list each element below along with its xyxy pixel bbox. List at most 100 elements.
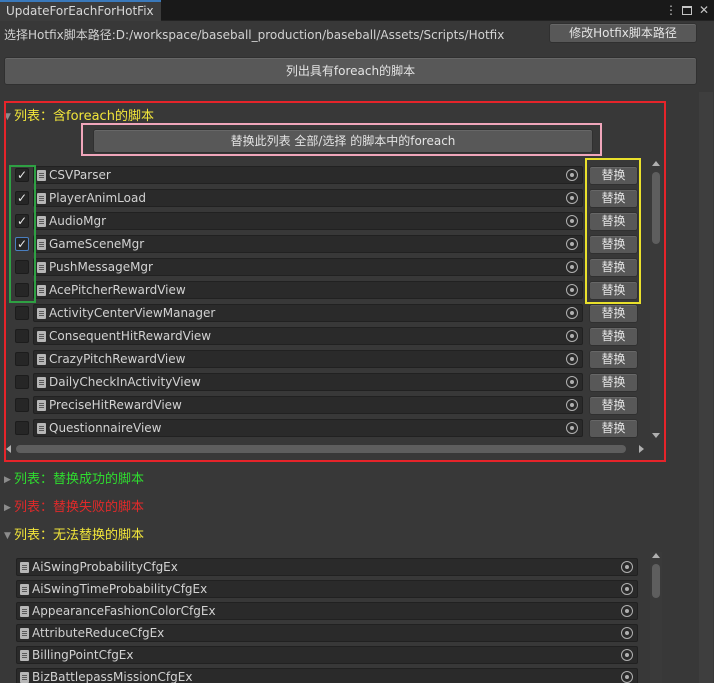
script-name: PreciseHitRewardView <box>49 398 182 412</box>
foldout-failed[interactable]: ▶ 列表：替换失败的脚本 <box>4 496 144 515</box>
script-object-field[interactable]: PlayerAnimLoad <box>33 189 583 207</box>
script-object-field[interactable]: AppearanceFashionColorCfgEx <box>16 602 638 620</box>
row-checkbox[interactable] <box>15 421 29 435</box>
scroll-down-arrow-icon[interactable] <box>652 433 660 438</box>
object-picker-icon[interactable] <box>621 627 633 639</box>
object-picker-icon[interactable] <box>566 307 578 319</box>
script-name: AiSwingTimeProbabilityCfgEx <box>32 582 208 596</box>
kebab-menu-icon[interactable]: ⋮ <box>664 3 678 17</box>
script-object-field[interactable]: ActivityCenterViewManager <box>33 304 583 322</box>
expanded-arrow-icon: ▼ <box>4 531 11 541</box>
object-picker-icon[interactable] <box>566 376 578 388</box>
row-checkbox[interactable] <box>15 352 29 366</box>
script-file-icon <box>20 606 29 617</box>
script-name: AudioMgr <box>49 214 107 228</box>
script-file-icon <box>37 400 46 411</box>
object-picker-icon[interactable] <box>621 561 633 573</box>
foreach-list-vscrollbar[interactable] <box>650 160 662 440</box>
hotfix-path-row: 选择Hotfix脚本路径:D:/workspace/baseball_produ… <box>4 26 504 43</box>
tab-bar: UpdateForEachForHotFix ⋮ ✕ <box>0 0 714 21</box>
script-object-field[interactable]: AiSwingTimeProbabilityCfgEx <box>16 580 638 598</box>
script-name: AcePitcherRewardView <box>49 283 186 297</box>
object-picker-icon[interactable] <box>566 422 578 434</box>
replace-button[interactable]: 替换 <box>589 350 638 369</box>
script-object-field[interactable]: CrazyPitchRewardView <box>33 350 583 368</box>
script-name: AttributeReduceCfgEx <box>32 626 165 640</box>
row-checkbox[interactable] <box>15 306 29 320</box>
replace-button[interactable]: 替换 <box>589 327 638 346</box>
foldout-unable-label: 列表：无法替换的脚本 <box>14 528 145 543</box>
script-name: ActivityCenterViewManager <box>49 306 216 320</box>
scroll-up-arrow-icon[interactable] <box>652 161 660 166</box>
script-file-icon <box>37 331 46 342</box>
scroll-right-arrow-icon[interactable] <box>639 445 644 453</box>
replace-button[interactable]: 替换 <box>589 419 638 438</box>
checkbox-group-highlight <box>9 165 36 303</box>
object-picker-icon[interactable] <box>621 605 633 617</box>
script-object-field[interactable]: BillingPointCfgEx <box>16 646 638 664</box>
script-file-icon <box>37 170 46 181</box>
script-object-field[interactable]: AudioMgr <box>33 212 583 230</box>
object-picker-icon[interactable] <box>566 192 578 204</box>
object-picker-icon[interactable] <box>621 671 633 683</box>
script-name: QuestionnaireView <box>49 421 162 435</box>
script-object-field[interactable]: CSVParser <box>33 166 583 184</box>
row-checkbox[interactable] <box>15 329 29 343</box>
script-name: DailyCheckInActivityView <box>49 375 201 389</box>
script-object-field[interactable]: GameSceneMgr <box>33 235 583 253</box>
scroll-thumb[interactable] <box>652 172 660 244</box>
object-picker-icon[interactable] <box>566 284 578 296</box>
script-object-field[interactable]: QuestionnaireView <box>33 419 583 437</box>
list-foreach-scripts-button[interactable]: 列出具有foreach的脚本 <box>4 57 697 85</box>
close-icon[interactable]: ✕ <box>697 3 711 17</box>
script-file-icon <box>37 262 46 273</box>
replace-button[interactable]: 替换 <box>589 396 638 415</box>
script-file-icon <box>20 628 29 639</box>
script-name: BizBattlepassMissionCfgEx <box>32 670 193 683</box>
script-name: ConsequentHitRewardView <box>49 329 212 343</box>
script-object-field[interactable]: PreciseHitRewardView <box>33 396 583 414</box>
row-checkbox[interactable] <box>15 398 29 412</box>
replace-button[interactable]: 替换 <box>589 304 638 323</box>
scroll-left-arrow-icon[interactable] <box>6 445 11 453</box>
script-object-field[interactable]: AiSwingProbabilityCfgEx <box>16 558 638 576</box>
foldout-unable[interactable]: ▼ 列表：无法替换的脚本 <box>4 524 144 543</box>
script-name: AiSwingProbabilityCfgEx <box>32 560 178 574</box>
object-picker-icon[interactable] <box>621 649 633 661</box>
replace-button[interactable]: 替换 <box>589 373 638 392</box>
path-value: D:/workspace/baseball_production/basebal… <box>115 28 505 42</box>
window-scrollbar[interactable] <box>699 92 713 683</box>
scroll-thumb[interactable] <box>652 564 660 598</box>
unable-list-vscrollbar[interactable] <box>650 552 662 683</box>
script-object-field[interactable]: ConsequentHitRewardView <box>33 327 583 345</box>
object-picker-icon[interactable] <box>566 353 578 365</box>
path-label: 选择Hotfix脚本路径: <box>4 28 116 42</box>
modify-path-button[interactable]: 修改Hotfix脚本路径 <box>549 23 697 43</box>
object-picker-icon[interactable] <box>566 238 578 250</box>
object-picker-icon[interactable] <box>566 399 578 411</box>
script-name: CSVParser <box>49 168 111 182</box>
foldout-failed-label: 列表：替换失败的脚本 <box>14 500 145 515</box>
script-object-field[interactable]: AcePitcherRewardView <box>33 281 583 299</box>
maximize-icon[interactable] <box>680 3 694 17</box>
script-object-field[interactable]: BizBattlepassMissionCfgEx <box>16 668 638 683</box>
replace-all-button[interactable]: 替换此列表 全部/选择 的脚本中的foreach <box>93 129 593 153</box>
tab-update-foreach[interactable]: UpdateForEachForHotFix <box>0 0 161 21</box>
scroll-up-arrow-icon[interactable] <box>652 553 660 558</box>
row-checkbox[interactable] <box>15 375 29 389</box>
script-file-icon <box>37 377 46 388</box>
foreach-list-hscrollbar[interactable] <box>6 443 644 455</box>
object-picker-icon[interactable] <box>566 261 578 273</box>
script-object-field[interactable]: PushMessageMgr <box>33 258 583 276</box>
foldout-success[interactable]: ▶ 列表：替换成功的脚本 <box>4 468 144 487</box>
object-picker-icon[interactable] <box>566 215 578 227</box>
script-object-field[interactable]: AttributeReduceCfgEx <box>16 624 638 642</box>
script-file-icon <box>20 584 29 595</box>
script-file-icon <box>37 285 46 296</box>
scroll-thumb[interactable] <box>16 445 626 453</box>
object-picker-icon[interactable] <box>566 330 578 342</box>
object-picker-icon[interactable] <box>566 169 578 181</box>
script-object-field[interactable]: DailyCheckInActivityView <box>33 373 583 391</box>
object-picker-icon[interactable] <box>621 583 633 595</box>
script-name: PlayerAnimLoad <box>49 191 146 205</box>
